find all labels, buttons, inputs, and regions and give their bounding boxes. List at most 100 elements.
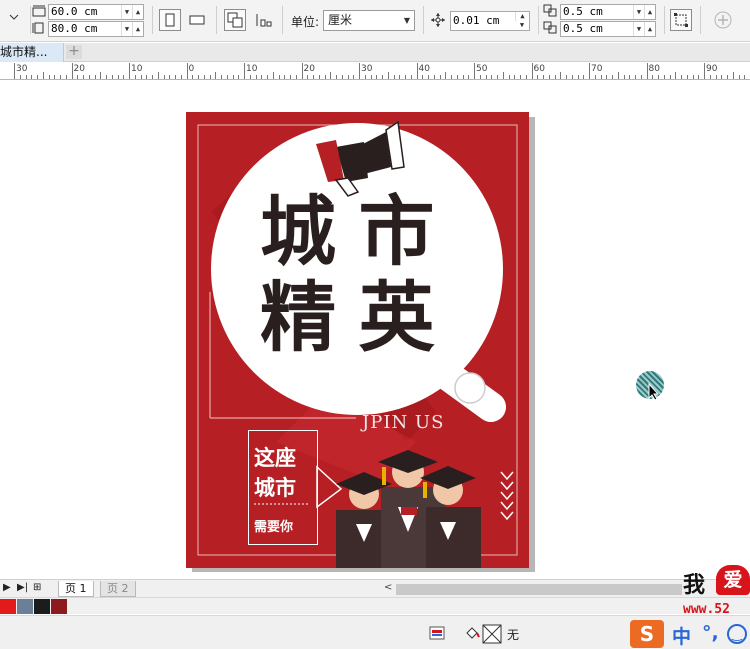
- spin-up-icon[interactable]: ▲: [644, 5, 655, 19]
- ruler-minor-tick: [382, 75, 383, 79]
- ruler-minor-tick: [146, 75, 148, 79]
- spin-down-icon[interactable]: ▼: [633, 22, 644, 36]
- document-tab-label: 城市精...: [0, 45, 48, 59]
- ruler-minor-tick: [330, 72, 332, 79]
- spin-down-icon[interactable]: ▼: [515, 21, 529, 30]
- ruler-minor-tick: [209, 75, 211, 79]
- document-tab[interactable]: 城市精...: [0, 43, 64, 62]
- ime-language-toggle[interactable]: 中: [672, 622, 691, 649]
- dup-y-icon: [542, 20, 558, 36]
- ruler-minor-tick: [594, 75, 596, 79]
- ruler-minor-tick: [508, 75, 510, 79]
- dup-x-value: 0.5 cm: [563, 5, 603, 18]
- ime-logo-icon[interactable]: S: [630, 620, 664, 648]
- add-page-button[interactable]: [712, 9, 734, 31]
- ruler-minor-tick: [612, 75, 613, 79]
- ruler-minor-tick: [272, 72, 274, 79]
- poster-page[interactable]: 城 市 精 英 JPIN US 这座 城市 需要你: [186, 112, 529, 568]
- color-profile-icon[interactable]: [429, 626, 445, 640]
- swatch-black[interactable]: [34, 599, 50, 614]
- page-border-button[interactable]: [670, 9, 692, 31]
- ruler-major-tick: [186, 63, 188, 79]
- smiley-icon[interactable]: ‿: [727, 624, 747, 644]
- swatch-red[interactable]: [0, 599, 16, 614]
- ruler-minor-tick: [640, 75, 642, 79]
- ruler-label: 80: [648, 64, 660, 74]
- ruler-minor-tick: [537, 75, 539, 79]
- ruler-minor-tick: [48, 75, 50, 79]
- ruler-minor-tick: [157, 72, 159, 79]
- swatch-steel-blue[interactable]: [17, 599, 33, 614]
- dup-y-field[interactable]: 0.5 cm ▼ ▲: [560, 21, 656, 37]
- poster-subtitle: JPIN US: [362, 412, 445, 433]
- current-page-button[interactable]: [253, 9, 275, 31]
- ruler-minor-tick: [290, 75, 291, 79]
- ruler-minor-tick: [520, 75, 521, 79]
- all-pages-button[interactable]: [224, 9, 246, 31]
- spin-down-icon[interactable]: ▼: [633, 5, 644, 19]
- portrait-button[interactable]: [159, 9, 181, 31]
- ruler-minor-tick: [140, 75, 142, 79]
- page-navigator: ▶ ▶| ⊞ 页 1 页 2 <: [0, 579, 750, 597]
- units-dropdown[interactable]: 厘米 ▼: [323, 10, 415, 31]
- landscape-button[interactable]: [186, 9, 208, 31]
- preset-dropdown[interactable]: [0, 6, 28, 28]
- fill-bucket-icon[interactable]: [464, 625, 480, 641]
- document-tab-strip: 城市精... +: [0, 43, 750, 62]
- spin-up-icon[interactable]: ▲: [644, 22, 655, 36]
- ime-punctuation-toggle[interactable]: °,: [702, 622, 719, 644]
- slogan-line-1: 这座: [254, 446, 296, 470]
- no-fill-icon[interactable]: [482, 624, 502, 644]
- swatch-dark-red[interactable]: [51, 599, 67, 614]
- horizontal-ruler[interactable]: 30 20 10 0 10 20 30 40 50 60 70 80 90: [0, 63, 750, 80]
- spin-up-icon[interactable]: ▲: [132, 5, 143, 19]
- last-page-icon[interactable]: ▶|: [17, 582, 28, 593]
- ruler-minor-tick: [261, 75, 263, 79]
- ruler-minor-tick: [175, 75, 176, 79]
- width-field[interactable]: 60.0 cm ▼ ▲: [48, 4, 144, 20]
- ruler-label: 60: [533, 64, 545, 74]
- spin-up-icon[interactable]: ▲: [515, 12, 529, 21]
- height-field[interactable]: 80.0 cm ▼ ▲: [48, 21, 144, 37]
- ruler-minor-tick: [226, 75, 228, 79]
- chevron-down-icon: [9, 14, 19, 20]
- height-value: 80.0 cm: [51, 22, 98, 35]
- current-page-icon: [256, 14, 272, 27]
- dup-x-field[interactable]: 0.5 cm ▼ ▲: [560, 4, 656, 20]
- page-tab-2[interactable]: 页 2: [100, 581, 136, 597]
- ruler-minor-tick: [566, 75, 567, 79]
- spin-down-icon[interactable]: ▼: [121, 5, 132, 19]
- spin-up-icon[interactable]: ▲: [132, 22, 143, 36]
- ruler-minor-tick: [692, 75, 694, 79]
- ruler-major-tick: [531, 63, 533, 79]
- ruler-minor-tick: [215, 72, 217, 79]
- ruler-minor-tick: [732, 72, 734, 79]
- ruler-minor-tick: [77, 75, 79, 79]
- ruler-minor-tick: [31, 75, 33, 79]
- watermark-text: 我: [683, 573, 706, 598]
- ruler-minor-tick: [307, 75, 309, 79]
- add-page-icon[interactable]: ⊞: [33, 582, 41, 593]
- watermark-heart: 爱: [716, 565, 750, 595]
- ruler-minor-tick: [364, 75, 366, 79]
- ruler-minor-tick: [681, 75, 682, 79]
- next-page-icon[interactable]: ▶: [3, 582, 11, 593]
- add-tab-button[interactable]: +: [66, 44, 82, 59]
- ruler-minor-tick: [163, 75, 165, 79]
- ruler-minor-tick: [54, 75, 56, 79]
- ruler-minor-tick: [485, 75, 487, 79]
- page-tab-1[interactable]: 页 1: [58, 581, 94, 597]
- ruler-minor-tick: [370, 75, 372, 79]
- ruler-minor-tick: [433, 75, 435, 79]
- nudge-field[interactable]: 0.01 cm ▲ ▼: [450, 11, 530, 31]
- ruler-minor-tick: [60, 75, 61, 79]
- ruler-major-tick: [14, 63, 15, 79]
- ruler-minor-tick: [629, 75, 631, 79]
- dup-x-icon: [542, 3, 558, 19]
- scroll-left-icon[interactable]: <: [384, 582, 392, 593]
- horizontal-scrollbar[interactable]: [396, 584, 682, 595]
- spin-down-icon[interactable]: ▼: [121, 22, 132, 36]
- drawing-canvas[interactable]: 城 市 精 英 JPIN US 这座 城市 需要你: [0, 81, 750, 579]
- ruler-label: 0: [188, 64, 195, 74]
- ruler-minor-tick: [25, 75, 27, 79]
